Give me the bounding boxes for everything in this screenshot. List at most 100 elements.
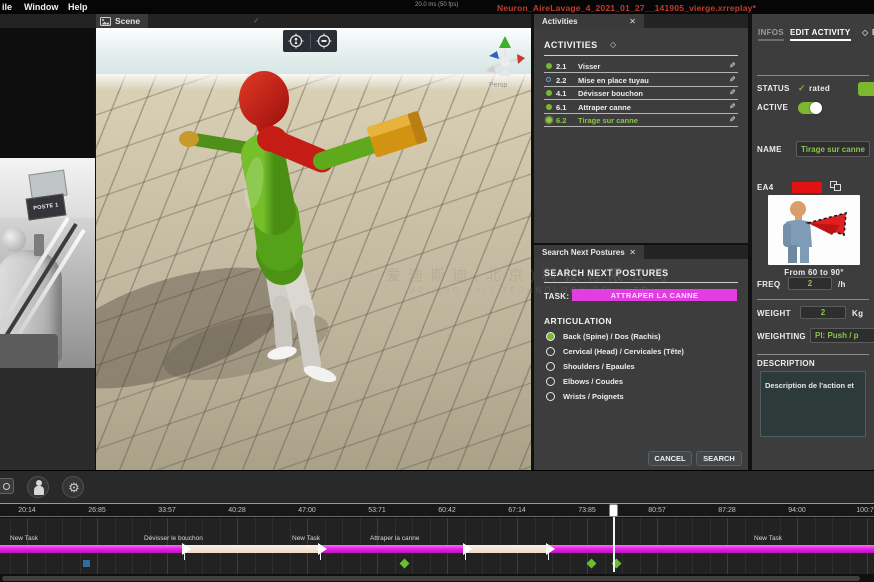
time-tick-label: 67:14	[508, 507, 526, 514]
articulation-option[interactable]: Cervical (Head) / Cervicales (Tête)	[546, 345, 736, 357]
status-action-button[interactable]	[858, 82, 874, 96]
activity-row[interactable]: 6.1Attraper canne✎	[544, 101, 738, 114]
articulation-option[interactable]: Wrists / Poignets	[546, 390, 736, 402]
activity-id: 4.1	[556, 89, 566, 98]
tab-scene[interactable]: Scene	[96, 14, 148, 28]
settings-button[interactable]: ⚙	[62, 476, 84, 498]
figure-head	[239, 71, 289, 127]
edit-pencil-icon[interactable]: ✎	[729, 88, 736, 97]
activity-status-dot	[546, 104, 552, 110]
radio-button[interactable]	[546, 362, 555, 371]
marker-square[interactable]	[83, 560, 90, 567]
tab-edit-activity[interactable]: EDIT ACTIVITY	[790, 28, 851, 41]
photo-tank-dome	[2, 228, 26, 252]
weight-input[interactable]: 2	[800, 306, 846, 319]
activity-row[interactable]: 6.2Tirage sur canne✎	[544, 114, 738, 127]
edit-activity-panel: INFOS EDIT ACTIVITY ◇ E STATUS ✓ rated A…	[752, 14, 874, 470]
name-input[interactable]: Tirage sur canne	[796, 141, 870, 157]
activity-label: Dévisser bouchon	[578, 89, 643, 98]
articulation-option[interactable]: Shoulders / Epaules	[546, 360, 736, 372]
radio-button[interactable]	[546, 347, 555, 356]
frame-time-readout: 20.0 ms (50 fps)	[415, 2, 458, 8]
tab-search-next-postures[interactable]: Search Next Postures ✕	[534, 245, 644, 259]
mannequin-figure[interactable]	[96, 28, 531, 470]
activity-status-dot	[546, 117, 552, 123]
weight-unit: Kg	[852, 309, 863, 318]
search-button[interactable]: SEARCH	[696, 451, 742, 466]
search-next-postures-panel: SEARCH NEXT POSTURES TASK: ATTRAPER LA C…	[534, 259, 748, 470]
time-tick-label: 47:00	[298, 507, 316, 514]
diamond-icon: ◇	[862, 28, 868, 37]
camera-mode-label[interactable]: Persp	[489, 82, 507, 89]
reference-photo-panel: POSTE 1	[0, 28, 95, 470]
time-tick-label: 87:28	[718, 507, 736, 514]
marker-diamond[interactable]	[587, 559, 597, 569]
task-segment[interactable]	[184, 545, 320, 553]
activity-id: 2.1	[556, 62, 566, 71]
activity-row[interactable]: 2.2Mise en place tuyau✎	[544, 74, 738, 87]
timeline-scrollbar[interactable]	[0, 574, 874, 582]
toolbar-divider	[310, 33, 311, 49]
task-label: New Task	[10, 535, 38, 542]
menubar: ile Window Help 20.0 ms (50 fps) Neuron_…	[0, 0, 874, 14]
articulation-title: ARTICULATION	[544, 316, 612, 326]
task-value: ATTRAPER LA CANNE	[611, 291, 699, 300]
timeline-activity-band[interactable]	[0, 545, 874, 553]
activity-label: Attraper canne	[578, 103, 631, 112]
timeline-ruler[interactable]: 20:1426:8533:5740:2847:0053:7160:4267:14…	[0, 503, 874, 517]
camera-icon[interactable]	[0, 478, 14, 494]
orientation-gizmo[interactable]	[484, 35, 526, 83]
activities-panel: ACTIVITIES ◇ 2.1Visser✎2.2Mise en place …	[534, 28, 748, 243]
focus-person-icon[interactable]	[288, 33, 304, 49]
task-segment[interactable]	[465, 545, 548, 553]
playhead-handle[interactable]	[609, 504, 618, 517]
scene-focus-toolbar	[283, 30, 337, 52]
tab-activities[interactable]: Activities ✕	[534, 14, 644, 28]
reference-photo: POSTE 1	[0, 158, 95, 368]
activity-row[interactable]: 4.1 Dévisser bouchon ✎	[544, 87, 738, 100]
search-section-title: SEARCH NEXT POSTURES	[544, 268, 669, 278]
weighting-select[interactable]: Pl: Push / p	[810, 328, 874, 343]
freq-label: FREQ	[757, 280, 780, 289]
task-label: New Task	[292, 535, 320, 542]
scrollbar-handle[interactable]	[2, 576, 860, 581]
close-icon[interactable]: ✕	[629, 248, 644, 257]
edit-pencil-icon[interactable]: ✎	[729, 61, 736, 70]
tab-infos[interactable]: INFOS	[758, 28, 784, 41]
application-window: ile Window Help 20.0 ms (50 fps) Neuron_…	[0, 0, 874, 582]
activity-row[interactable]: 2.1Visser✎	[544, 60, 738, 73]
cancel-button[interactable]: CANCEL	[648, 451, 692, 466]
duplicate-icon[interactable]	[830, 181, 842, 192]
edit-pencil-icon[interactable]: ✎	[729, 102, 736, 111]
scene-viewport[interactable]: Persp	[96, 28, 531, 470]
task-label: Attraper la canne	[370, 535, 420, 542]
marker-diamond[interactable]	[400, 559, 410, 569]
weighting-label: WEIGHTING	[757, 332, 806, 341]
radio-button[interactable]	[546, 377, 555, 386]
menu-help[interactable]: Help	[68, 2, 88, 12]
focus-target-icon[interactable]	[316, 33, 332, 49]
divider	[757, 354, 869, 355]
close-icon[interactable]: ✕	[629, 17, 644, 26]
radio-button[interactable]	[546, 332, 555, 341]
document-title: Neuron_AireLavage_4_2021_01_27__141905_v…	[497, 3, 756, 13]
radio-button[interactable]	[546, 392, 555, 401]
freq-input[interactable]: 2	[788, 277, 832, 290]
active-toggle[interactable]	[798, 102, 822, 114]
articulation-option[interactable]: Elbows / Coudes	[546, 375, 736, 387]
menu-file[interactable]: ile	[2, 2, 12, 12]
edit-panel-tabs: INFOS EDIT ACTIVITY ◇ E	[752, 26, 874, 42]
time-tick-label: 33:57	[158, 507, 176, 514]
timeline-track[interactable]: New TaskDévisser le bouchonNew TaskAttra…	[0, 518, 874, 574]
mannequin-tool-button[interactable]	[27, 476, 49, 498]
description-textarea[interactable]: Description de l'action et	[760, 371, 866, 437]
task-value-bar: ATTRAPER LA CANNE	[572, 289, 737, 301]
activity-status-dot	[546, 77, 551, 82]
person-icon-body	[34, 486, 44, 495]
time-tick-label: 40:28	[228, 507, 246, 514]
edit-pencil-icon[interactable]: ✎	[729, 115, 736, 124]
menu-window[interactable]: Window	[24, 2, 58, 12]
articulation-option[interactable]: Back (Spine) / Dos (Rachis)	[546, 330, 736, 342]
time-tick-label: 80:57	[648, 507, 666, 514]
edit-pencil-icon[interactable]: ✎	[729, 75, 736, 84]
